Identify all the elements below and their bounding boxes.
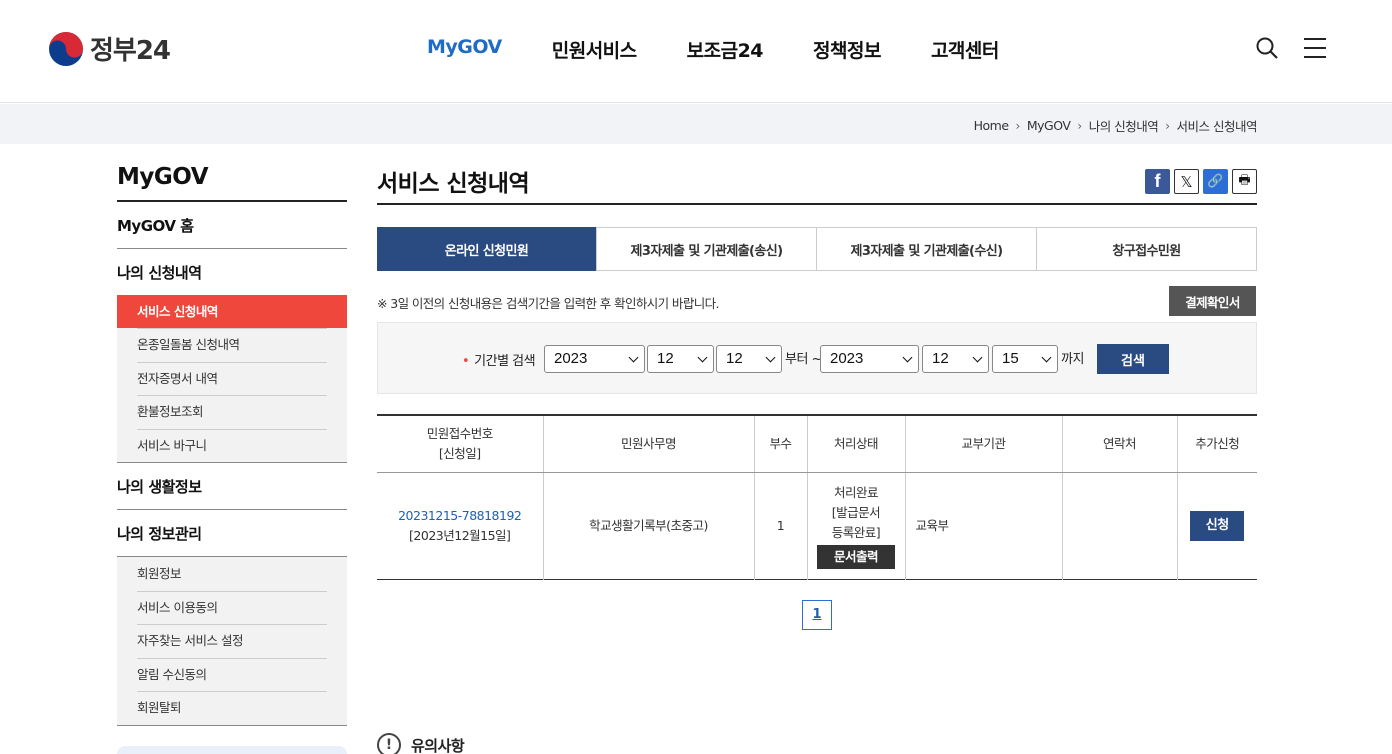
site-logo[interactable]: 정부24: [48, 30, 171, 67]
breadcrumb-current: 서비스 신청내역: [1176, 119, 1258, 134]
breadcrumb-home[interactable]: Home: [974, 118, 1009, 133]
sidebar-subitem-withdrawal[interactable]: 회원탈퇴: [117, 691, 347, 725]
cell-copies: 1: [753, 472, 807, 579]
sidebar-subitem-refund-info[interactable]: 환불정보조회: [117, 395, 347, 429]
sidebar-banner: [117, 745, 347, 754]
site-header: 정부24 MyGOV 민원서비스 보조금24 정책정보 고객센터: [0, 0, 1392, 103]
tab-third-party-received[interactable]: 제3자제출 및 기관제출(수신): [816, 228, 1036, 270]
sidebar-subitem-service-applications[interactable]: 서비스 신청내역: [117, 295, 347, 328]
chevron-right-icon: ›: [1165, 118, 1170, 133]
caution-section: ! 유의사항: [377, 733, 465, 754]
chevron-right-icon: ›: [1015, 118, 1021, 133]
nav-customer-center[interactable]: 고객센터: [931, 36, 999, 63]
tab-online-applications[interactable]: 온라인 신청민원: [377, 227, 596, 271]
from-month-select[interactable]: 12: [647, 345, 714, 373]
cell-contact: [1061, 472, 1177, 579]
link-copy-icon[interactable]: 🔗: [1203, 169, 1228, 194]
sidebar-item-info-management[interactable]: 나의 정보관리: [117, 510, 347, 557]
nav-civil-service[interactable]: 민원서비스: [552, 36, 637, 63]
sidebar-subitem-e-certificates[interactable]: 전자증명서 내역: [117, 361, 347, 396]
sidebar-subitem-member-info[interactable]: 회원정보: [117, 557, 347, 591]
tab-third-party-sent[interactable]: 제3자제출 및 기관제출(송신): [596, 228, 816, 270]
hamburger-menu-icon[interactable]: [1304, 38, 1326, 58]
search-button[interactable]: 검색: [1097, 344, 1169, 374]
apply-button[interactable]: 신청: [1190, 510, 1245, 541]
sidebar-item-mygov-home[interactable]: MyGOV 홈: [117, 202, 347, 249]
table-header-row: 민원접수번호 [신청일] 민원사무명 부수 처리상태 교부기관 연락처 추가신청: [377, 415, 1257, 473]
nav-policy-info[interactable]: 정책정보: [813, 36, 881, 63]
sidebar-subitem-notification-consent[interactable]: 알림 수신동의: [117, 657, 347, 692]
col-agency: 교부기관: [904, 415, 1062, 473]
from-year-select[interactable]: 2023: [544, 345, 645, 373]
breadcrumb-bar: Home › MyGOV › 나의 신청내역 › 서비스 신청내역: [0, 104, 1392, 144]
to-day-select[interactable]: 15: [992, 345, 1058, 373]
breadcrumb-mygov[interactable]: MyGOV: [1027, 118, 1071, 133]
caution-title: 유의사항: [411, 736, 465, 754]
payment-confirmation-button[interactable]: 결제확인서: [1169, 286, 1256, 316]
cell-status: 처리완료 [발급문서 등록완료] 문서출력: [806, 472, 905, 579]
cell-extra-apply: 신청: [1176, 472, 1257, 579]
receipt-date: [2023년12월15일]: [409, 527, 511, 543]
sidebar-subitem-favorite-services[interactable]: 자주찾는 서비스 설정: [117, 624, 347, 658]
receipt-number-link[interactable]: 20231215-78818192: [398, 508, 522, 523]
nav-mygov[interactable]: MyGOV: [427, 36, 502, 63]
table-row: 20231215-78818192 [2023년12월15일] 학교생활기록부(…: [377, 472, 1257, 579]
sidebar-subitem-service-consent[interactable]: 서비스 이용동의: [117, 590, 347, 625]
cell-service-name: 학교생활기록부(초중고): [542, 472, 754, 579]
breadcrumb-my-applications[interactable]: 나의 신청내역: [1089, 116, 1159, 135]
page-title: 서비스 신청내역: [377, 164, 1257, 205]
x-twitter-icon[interactable]: 𝕏: [1174, 169, 1199, 194]
sidebar: MyGOV MyGOV 홈 나의 신청내역 서비스 신청내역 온종일돌봄 신청내…: [117, 164, 347, 754]
cell-agency: 교육부: [904, 472, 1062, 579]
sidebar-item-life-info[interactable]: 나의 생활정보: [117, 463, 347, 510]
col-contact: 연락처: [1061, 415, 1177, 473]
main-nav: MyGOV 민원서비스 보조금24 정책정보 고객센터: [427, 36, 1049, 63]
main-content: 서비스 신청내역 f 𝕏 🔗 🖶 온라인 신청민원 제3자제출 및 기관제출(송…: [377, 164, 1257, 754]
sidebar-submenu-info-management: 회원정보 서비스 이용동의 자주찾는 서비스 설정 알림 수신동의 회원탈퇴: [117, 557, 347, 726]
sidebar-item-my-applications[interactable]: 나의 신청내역: [117, 249, 347, 295]
taegeuk-logo-icon: [49, 31, 83, 66]
tab-counter-applications[interactable]: 창구접수민원: [1036, 228, 1256, 270]
search-notice: ※ 3일 이전의 신청내용은 검색기간을 입력한 후 확인하시기 바랍니다.: [377, 296, 719, 311]
col-status: 처리상태: [806, 415, 905, 473]
col-service-name: 민원사무명: [542, 415, 754, 473]
period-search-box: • 기간별 검색 2023 12 12 부터 ~ 2023 12 15 까지 검색: [377, 322, 1257, 394]
to-year-select[interactable]: 2023: [820, 345, 919, 373]
nav-subsidy24[interactable]: 보조금24: [687, 36, 764, 63]
sidebar-submenu-applications: 서비스 신청내역 온종일돌봄 신청내역 전자증명서 내역 환불정보조회 서비스 …: [117, 295, 347, 463]
application-tabs: 온라인 신청민원 제3자제출 및 기관제출(송신) 제3자제출 및 기관제출(수…: [377, 227, 1257, 271]
cell-receipt: 20231215-78818192 [2023년12월15일]: [377, 472, 543, 579]
exclamation-icon: !: [377, 733, 401, 754]
col-receipt-no: 민원접수번호 [신청일]: [377, 415, 543, 473]
from-day-select[interactable]: 12: [716, 345, 782, 373]
col-copies: 부수: [753, 415, 807, 473]
share-buttons: f 𝕏 🔗 🖶: [1141, 169, 1257, 194]
to-text: 까지: [1061, 352, 1084, 367]
facebook-icon[interactable]: f: [1145, 169, 1170, 194]
pagination-page-1[interactable]: 1: [802, 600, 832, 630]
breadcrumb: Home › MyGOV › 나의 신청내역 › 서비스 신청내역: [974, 116, 1258, 135]
chevron-right-icon: ›: [1077, 118, 1082, 133]
sidebar-subitem-all-day-care[interactable]: 온종일돌봄 신청내역: [117, 328, 347, 362]
applications-table: 민원접수번호 [신청일] 민원사무명 부수 처리상태 교부기관 연락처 추가신청 …: [377, 414, 1257, 580]
sidebar-title: MyGOV: [117, 164, 347, 202]
from-text: 부터 ~: [785, 352, 822, 367]
logo-text: 정부24: [90, 36, 171, 66]
print-icon[interactable]: 🖶: [1232, 169, 1257, 194]
document-print-button[interactable]: 문서출력: [817, 544, 895, 569]
sidebar-subitem-service-basket[interactable]: 서비스 바구니: [117, 428, 347, 463]
search-icon[interactable]: [1255, 36, 1279, 60]
to-month-select[interactable]: 12: [922, 345, 989, 373]
period-search-label: • 기간별 검색: [462, 354, 536, 369]
col-extra-apply: 추가신청: [1176, 415, 1257, 473]
